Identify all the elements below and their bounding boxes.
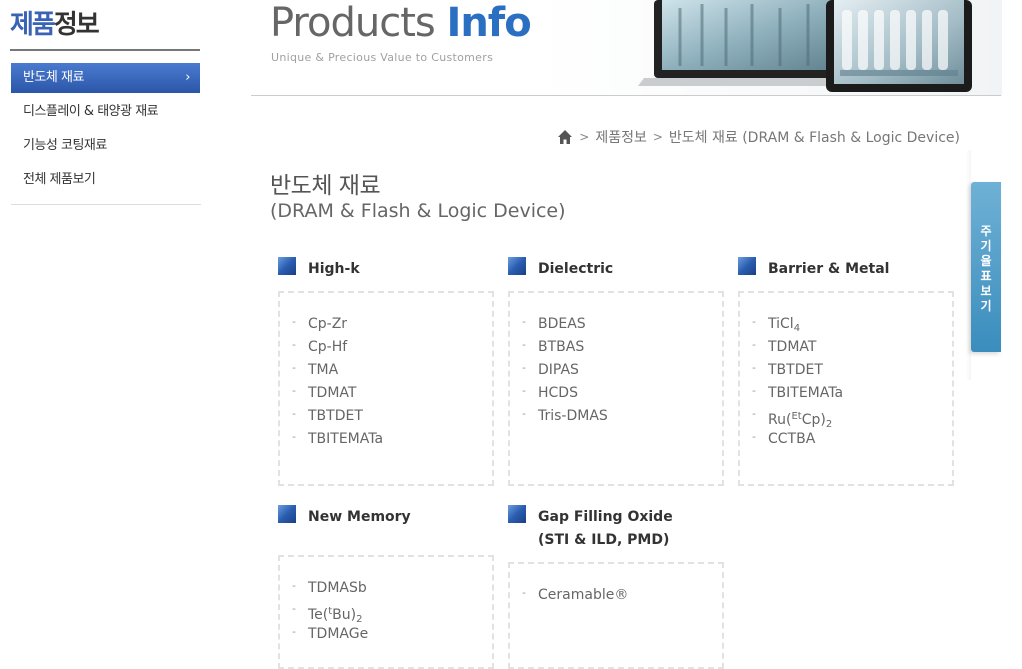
category-header: High-k — [278, 257, 494, 281]
list-item[interactable]: TDMASb — [292, 574, 492, 600]
tab-char: 기 — [980, 299, 992, 313]
sidebar-menu: 반도체 재료 › 디스플레이 & 태양광 재료 기능성 코팅재료 전체 제품보기 — [11, 63, 200, 199]
list-item[interactable]: TMA — [292, 356, 492, 382]
formula-subscript: 4 — [793, 323, 801, 334]
sidebar-divider — [10, 49, 200, 51]
page-title: 반도체 재료 — [270, 173, 381, 199]
sidebar-item-functional-coating[interactable]: 기능성 코팅재료 — [11, 131, 200, 165]
periodic-table-tab-label: 주 기 율 표 보 기 — [971, 182, 1001, 314]
list-item[interactable]: TBTDET — [752, 356, 952, 382]
list-item[interactable]: TDMAGe — [292, 620, 492, 646]
list-item[interactable]: Ru(EtCp)2 — [752, 402, 952, 430]
sidebar-item-semiconductor[interactable]: 반도체 재료 › — [11, 63, 200, 93]
formula-base: TiCl — [768, 316, 794, 332]
category-title: Dielectric — [538, 261, 614, 277]
list-item[interactable]: DIPAS — [522, 356, 722, 382]
formula-part: Bu) — [332, 607, 357, 623]
tab-char: 기 — [980, 239, 992, 253]
banner-title: Products Info — [270, 0, 532, 46]
periodic-table-tab[interactable]: 주 기 율 표 보 기 — [971, 182, 1001, 352]
sidebar-title: 제품정보 — [10, 4, 100, 41]
breadcrumb: > 제품정보 > 반도체 재료 (DRAM & Flash & Logic De… — [557, 127, 960, 147]
banner-subtitle: Unique & Precious Value to Customers — [271, 51, 494, 64]
category-title-line2: (STI & ILD, PMD) — [538, 532, 670, 548]
category-box: TDMASb Te(tBu)2 TDMAGe — [278, 555, 494, 669]
category-title-line1: Gap Filling Oxide — [538, 509, 673, 525]
category-square-icon — [278, 257, 296, 275]
category-gap-filling-oxide: Gap Filling Oxide (STI & ILD, PMD) Cerama… — [508, 505, 724, 669]
list-item[interactable]: TBITEMATa — [752, 379, 952, 405]
sidebar-title-accent: 제품 — [10, 10, 56, 40]
formula-part: Ru( — [768, 412, 792, 428]
chevron-right-icon: › — [185, 70, 190, 85]
sidebar-item-all-products[interactable]: 전체 제품보기 — [11, 165, 200, 199]
tab-char: 율 — [980, 254, 992, 268]
tab-char: 보 — [980, 284, 992, 298]
sidebar-item-label: 전체 제품보기 — [23, 172, 96, 187]
category-title: Barrier & Metal — [768, 261, 890, 277]
list-item[interactable]: BDEAS — [522, 310, 722, 336]
category-square-icon — [278, 505, 296, 523]
list-item[interactable]: Te(tBu)2 — [292, 597, 492, 625]
list-item[interactable]: HCDS — [522, 379, 722, 405]
list-item[interactable]: TDMAT — [752, 333, 952, 359]
breadcrumb-separator: > — [579, 130, 590, 144]
category-square-icon — [738, 257, 756, 275]
formula-part: Te( — [308, 607, 329, 623]
list-item[interactable]: CCTBA — [752, 425, 952, 451]
devices-illustration — [540, 0, 1002, 96]
sidebar-item-label: 반도체 재료 — [23, 70, 84, 85]
category-header: Barrier & Metal — [738, 257, 954, 281]
sidebar-bottom-divider — [11, 204, 201, 205]
tab-char: 표 — [980, 269, 992, 283]
breadcrumb-level1[interactable]: 제품정보 — [595, 127, 647, 147]
sidebar-title-rest: 정보 — [53, 10, 100, 40]
category-box: BDEAS BTBAS DIPAS HCDS Tris-DMAS — [508, 291, 724, 486]
category-new-memory: New Memory TDMASb Te(tBu)2 TDMAGe — [278, 505, 494, 669]
list-item[interactable]: TBITEMATa — [292, 425, 492, 451]
list-item[interactable]: Tris-DMAS — [522, 402, 722, 428]
list-item[interactable]: BTBAS — [522, 333, 722, 359]
category-title: Gap Filling Oxide (STI & ILD, PMD) — [538, 506, 673, 552]
list-item[interactable]: Cp-Hf — [292, 333, 492, 359]
formula-part: Cp) — [801, 412, 826, 428]
category-header: Dielectric — [508, 257, 724, 281]
banner-divider — [251, 95, 1001, 96]
category-box: Cp-Zr Cp-Hf TMA TDMAT TBTDET TBITEMATa — [278, 291, 494, 486]
list-item[interactable]: TiCl4 — [752, 310, 952, 336]
page-subtitle: (DRAM & Flash & Logic Device) — [270, 200, 566, 222]
category-box: TiCl4 TDMAT TBTDET TBITEMATa Ru(EtCp)2 C… — [738, 291, 954, 486]
category-box: Ceramable® — [508, 562, 724, 669]
category-high-k: High-k Cp-Zr Cp-Hf TMA TDMAT TBTDET TBIT… — [278, 257, 494, 486]
tab-char: 주 — [980, 224, 992, 238]
banner-devices-image — [540, 0, 1002, 96]
category-square-icon — [508, 505, 526, 523]
breadcrumb-separator: > — [652, 130, 663, 144]
list-item[interactable]: TDMAT — [292, 379, 492, 405]
banner-title-accent: Info — [446, 0, 531, 46]
list-item[interactable]: TBTDET — [292, 402, 492, 428]
category-title: New Memory — [308, 509, 411, 525]
category-dielectric: Dielectric BDEAS BTBAS DIPAS HCDS Tris-D… — [508, 257, 724, 486]
sidebar-item-display-solar[interactable]: 디스플레이 & 태양광 재료 — [11, 97, 200, 131]
sidebar-item-label: 디스플레이 & 태양광 재료 — [23, 104, 159, 119]
category-barrier-metal: Barrier & Metal TiCl4 TDMAT TBTDET TBITE… — [738, 257, 954, 486]
category-square-icon — [508, 257, 526, 275]
category-header: Gap Filling Oxide (STI & ILD, PMD) — [508, 505, 724, 552]
formula-superscript: Et — [791, 411, 802, 422]
category-header: New Memory — [278, 505, 494, 529]
list-item[interactable]: Cp-Zr — [292, 310, 492, 336]
list-item[interactable]: Ceramable® — [522, 581, 722, 607]
sidebar-item-label: 기능성 코팅재료 — [23, 138, 107, 153]
breadcrumb-level2: 반도체 재료 (DRAM & Flash & Logic Device) — [668, 130, 960, 146]
home-icon[interactable] — [557, 129, 573, 145]
banner-title-main: Products — [270, 0, 447, 46]
category-title: High-k — [308, 261, 360, 277]
